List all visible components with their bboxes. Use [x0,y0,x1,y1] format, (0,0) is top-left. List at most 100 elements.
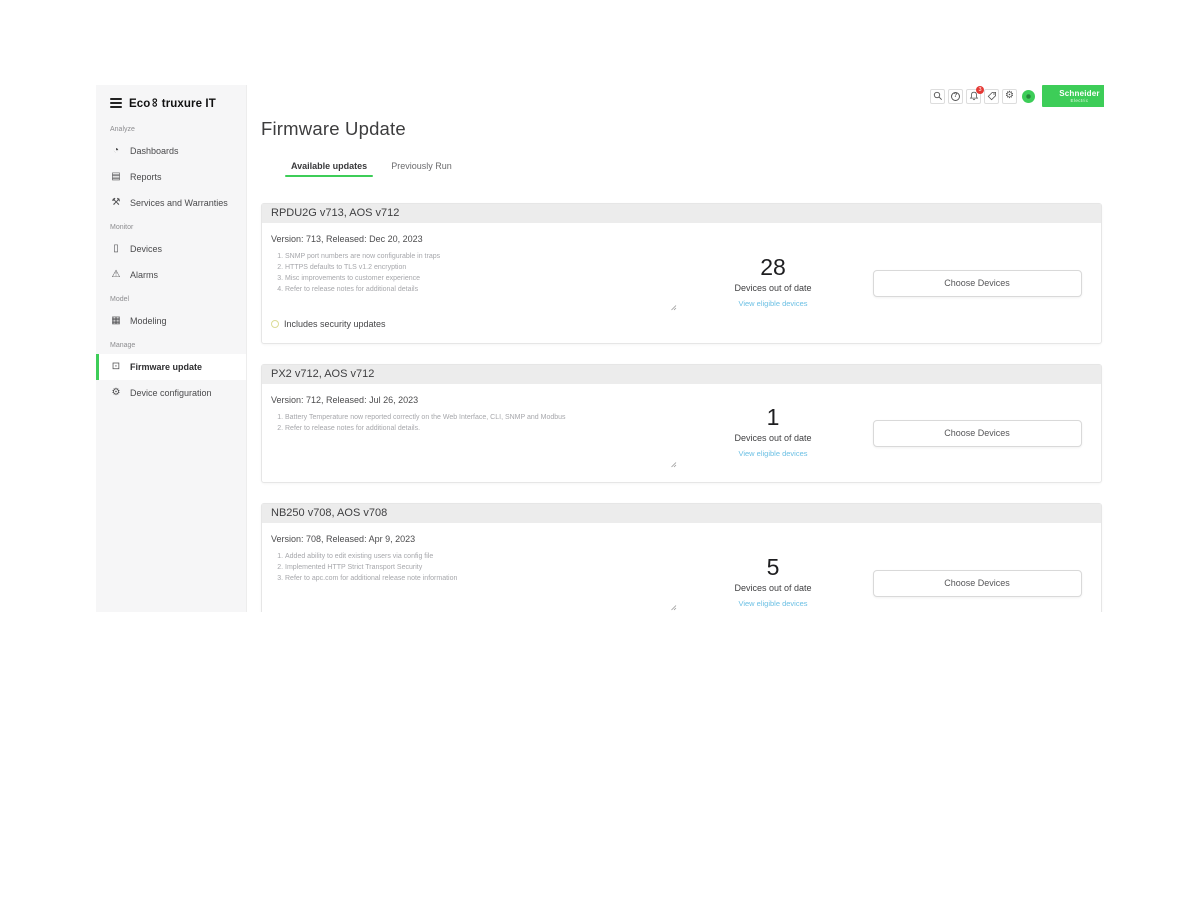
menu-icon[interactable] [110,98,122,108]
help-icon: ? [951,92,960,101]
sidebar-section-items: ◔ Dashboards ▤ Reports ⚒ Services [96,138,246,216]
tab-bar: Available updates Previously Run [261,161,1102,177]
tab[interactable]: Available updates [291,161,367,177]
devices-out-of-date-count: 28 [684,255,862,280]
resize-handle-icon[interactable] [670,304,677,311]
sidebar-item[interactable]: ▤ Reports [96,164,246,190]
sidebar-item-label: Firmware update [130,362,202,372]
sidebar-item-label: Devices [130,244,162,254]
sidebar-section-label: Analyze [110,126,232,133]
ecostruxure-symbol-icon: ∞ [150,98,163,107]
device-count-block: 5 Devices out of date View eligible devi… [684,555,862,611]
release-note: Battery Temperature now reported correct… [285,412,679,423]
version-line: Version: 708, Released: Apr 9, 2023 [271,534,684,544]
sidebar-item-label: Modeling [130,316,167,326]
notification-badge: 3 [976,86,984,94]
security-note-label: Includes security updates [284,319,386,329]
sidebar-section-items: ⊡ Firmware update ⚙ Device configuration [96,354,246,406]
devices-out-of-date-label: Devices out of date [684,283,862,293]
devices-icon: ▯ [110,244,122,254]
sidebar-section: Analyze ◔ Dashboards ▤ Reports [96,126,246,216]
view-eligible-devices-link[interactable]: View eligible devices [738,599,807,608]
schneider-electric-logo[interactable]: Schneider Electric [1042,85,1104,107]
version-line: Version: 712, Released: Jul 26, 2023 [271,395,684,405]
devices-out-of-date-label: Devices out of date [684,583,862,593]
card-actions: Choose Devices [862,420,1092,447]
devices-out-of-date-count: 5 [684,555,862,580]
card-actions: Choose Devices [862,270,1092,297]
sidebar-section-items: ▯ Devices ⚠ Alarms [96,236,246,288]
device-count-block: 1 Devices out of date View eligible devi… [684,405,862,461]
device-count-block: 28 Devices out of date View eligible dev… [684,255,862,311]
device-configuration-icon: ⚙ [110,388,122,398]
release-note: SNMP port numbers are now configurable i… [285,251,679,262]
sidebar-item-label: Alarms [130,270,158,280]
release-note: Misc improvements to customer experience [285,273,679,284]
release-notes-list: Battery Temperature now reported correct… [271,412,679,434]
tab[interactable]: Previously Run [391,161,452,177]
view-eligible-devices-link[interactable]: View eligible devices [738,449,807,458]
release-note: HTTPS defaults to TLS v1.2 encryption [285,262,679,273]
search-icon [933,91,943,101]
alarms-icon: ⚠ [110,270,122,280]
brand-row: Eco∞truxure IT [96,85,246,118]
choose-devices-button[interactable]: Choose Devices [873,270,1082,297]
sidebar-section-label: Manage [110,342,232,349]
card-title: RPDU2G v713, AOS v712 [262,204,1101,223]
release-note: Refer to release notes for additional de… [285,284,679,295]
schneider-logo-line2: Electric [1071,98,1089,103]
release-note: Refer to apc.com for additional release … [285,573,679,584]
release-notes-box[interactable]: SNMP port numbers are now configurable i… [271,251,679,313]
release-notes-list: Added ability to edit existing users via… [271,551,679,584]
sidebar-item[interactable]: ⊡ Firmware update [96,354,246,380]
sidebar-section: Manage ⊡ Firmware update ⚙ Device config… [96,342,246,406]
sidebar-item[interactable]: ⚙ Device configuration [96,380,246,406]
devices-out-of-date-label: Devices out of date [684,433,862,443]
sidebar-item[interactable]: ▦ Modeling [96,308,246,334]
resize-handle-icon[interactable] [670,461,677,468]
help-button[interactable]: ? [948,89,963,104]
sidebar-nav: Analyze ◔ Dashboards ▤ Reports [96,126,246,406]
brand-suffix: truxure IT [162,98,216,110]
header-bar: ? 3 ⚙ Schneider Electric [930,85,1104,107]
release-note: Added ability to edit existing users via… [285,551,679,562]
gear-icon: ⚙ [1005,91,1014,101]
release-notes-box[interactable]: Battery Temperature now reported correct… [271,412,679,470]
sidebar-item-label: Services and Warranties [130,198,228,208]
card-body: Version: 712, Released: Jul 26, 2023 Bat… [262,384,1101,482]
view-eligible-devices-link[interactable]: View eligible devices [738,299,807,308]
sidebar-item[interactable]: ▯ Devices [96,236,246,262]
resize-handle-icon[interactable] [670,604,677,611]
card-details: Version: 713, Released: Dec 20, 2023 SNM… [271,223,684,343]
sidebar: Eco∞truxure IT Analyze ◔ Dashboards [96,85,247,612]
notifications-button[interactable]: 3 [966,89,981,104]
release-note: Implemented HTTP Strict Transport Securi… [285,562,679,573]
choose-devices-button[interactable]: Choose Devices [873,420,1082,447]
card-body: Version: 708, Released: Apr 9, 2023 Adde… [262,523,1101,612]
sidebar-section: Monitor ▯ Devices ⚠ Alarms [96,224,246,288]
release-note: Refer to release notes for additional de… [285,423,679,434]
search-button[interactable] [930,89,945,104]
modeling-icon: ▦ [110,316,122,326]
sidebar-item[interactable]: ⚒ Services and Warranties [96,190,246,216]
firmware-cards-list: RPDU2G v713, AOS v712 Version: 713, Rele… [261,203,1102,612]
sidebar-item-label: Reports [130,172,162,182]
dashboards-icon: ◔ [110,146,122,156]
sidebar-item-label: Device configuration [130,388,212,398]
card-title: PX2 v712, AOS v712 [262,365,1101,384]
sidebar-item[interactable]: ⚠ Alarms [96,262,246,288]
card-body: Version: 713, Released: Dec 20, 2023 SNM… [262,223,1101,343]
main-content: ? 3 ⚙ Schneider Electric Firmware Update… [247,85,1104,612]
security-indicator-icon [271,320,279,328]
user-avatar[interactable] [1022,90,1035,103]
reports-icon: ▤ [110,172,122,182]
release-notes-box[interactable]: Added ability to edit existing users via… [271,551,679,612]
firmware-card: NB250 v708, AOS v708 Version: 708, Relea… [261,503,1102,612]
firmware-card: RPDU2G v713, AOS v712 Version: 713, Rele… [261,203,1102,344]
whats-new-button[interactable] [984,89,999,104]
settings-button[interactable]: ⚙ [1002,89,1017,104]
choose-devices-button[interactable]: Choose Devices [873,570,1082,597]
sidebar-item[interactable]: ◔ Dashboards [96,138,246,164]
sidebar-section-items: ▦ Modeling [96,308,246,334]
page-title: Firmware Update [261,118,1102,140]
